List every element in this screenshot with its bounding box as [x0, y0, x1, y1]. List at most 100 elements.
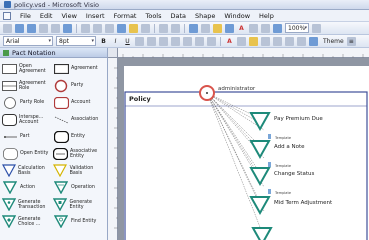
redo-icon[interactable] [171, 23, 180, 33]
menu-edit[interactable]: Edit [40, 12, 53, 20]
pan-zoom-icon[interactable] [273, 23, 282, 33]
font-name: Arial [6, 37, 20, 45]
text-tool-icon[interactable]: A [237, 24, 246, 33]
shape-label: Agreement [71, 66, 98, 71]
pointer-tool-icon[interactable] [213, 23, 222, 33]
justify-icon[interactable] [171, 36, 180, 46]
shape-part[interactable]: Part [2, 128, 53, 145]
shape-action[interactable]: Action [2, 179, 53, 196]
associative-entity-icon [53, 147, 68, 161]
menu-help[interactable]: Help [259, 12, 274, 20]
shape-label: Open Entity [20, 151, 49, 156]
line-pattern-icon[interactable] [273, 36, 282, 46]
shape-agreement-role[interactable]: Agreement Role [2, 77, 53, 94]
spelling-icon[interactable] [81, 23, 90, 33]
hyperlink-icon[interactable] [189, 23, 198, 33]
stencil-header[interactable]: Pact Notation [0, 48, 107, 58]
help-icon[interactable] [312, 23, 321, 33]
drawing-page[interactable]: Policy administrator Pay Premium Due Tem… [124, 66, 369, 240]
horizontal-ruler [118, 48, 369, 58]
menu-shape[interactable]: Shape [195, 12, 215, 20]
shape-label: Generate Choice ... [18, 216, 41, 227]
outdent-icon[interactable] [195, 36, 204, 46]
document-icon[interactable] [3, 11, 11, 20]
line-tool-icon[interactable] [249, 23, 258, 33]
align-center-icon[interactable] [147, 36, 156, 46]
shape-label: Operation [71, 185, 95, 190]
action-label: Pay Premium Due [274, 116, 323, 122]
open-icon[interactable] [15, 23, 24, 33]
shape-calculation-basis[interactable]: Calculation Basis [2, 162, 53, 179]
shape-label: Agreement Role [19, 80, 46, 91]
menu-window[interactable]: Window [224, 12, 250, 20]
shape-generate-transaction[interactable]: Generate Transaction [2, 196, 53, 213]
theme-button[interactable]: Theme [323, 38, 344, 45]
find-entity-icon [53, 215, 69, 229]
zoom-level: 100% [288, 24, 306, 32]
fill-color-icon[interactable] [249, 36, 258, 46]
shape-party-role[interactable]: Party Role [2, 94, 53, 111]
shape-validation-basis[interactable]: Validation Basis [53, 162, 104, 179]
permission-icon[interactable] [39, 23, 48, 33]
shape-open-entity[interactable]: Open Entity [2, 145, 53, 162]
stencil-title: Pact Notation [12, 48, 56, 57]
shape-generate-entity[interactable]: Generate Entity [53, 196, 104, 213]
shapes-pane: Pact Notation Open Agreement Agreement A… [0, 48, 108, 240]
font-size-combo[interactable]: 8pt ▾ [56, 36, 96, 46]
bullets-icon[interactable] [207, 36, 216, 46]
menu-format[interactable]: Format [114, 12, 137, 20]
save-icon[interactable] [27, 23, 36, 33]
font-combo[interactable]: Arial ▾ [3, 36, 53, 46]
shape-agreement[interactable]: Agreement [53, 60, 104, 77]
shape-party[interactable]: Party [53, 77, 104, 94]
font-color-icon[interactable]: A [225, 37, 234, 46]
underline-icon[interactable]: U [123, 37, 132, 46]
shape-operation[interactable]: Operation [53, 179, 104, 196]
print-icon[interactable] [51, 23, 60, 33]
separator [76, 23, 77, 33]
shape-account[interactable]: Account [53, 94, 104, 111]
menu-tools[interactable]: Tools [145, 12, 161, 20]
line-ends-icon[interactable] [285, 36, 294, 46]
shape-association[interactable]: Association [53, 111, 104, 128]
align-right-icon[interactable] [159, 36, 168, 46]
paste-icon[interactable] [129, 23, 138, 33]
shape-associative-entity[interactable]: Associative Entity [53, 145, 104, 162]
new-icon[interactable] [3, 23, 12, 33]
cut-icon[interactable] [105, 23, 114, 33]
rectangle-tool-icon[interactable] [261, 23, 270, 33]
research-icon[interactable] [93, 23, 102, 33]
line-color-icon[interactable] [237, 36, 246, 46]
undo-icon[interactable] [159, 23, 168, 33]
shapes-icon[interactable] [201, 23, 210, 33]
connector-tool-icon[interactable] [225, 23, 234, 33]
operation-icon [53, 181, 69, 195]
shape-interspe-account[interactable]: Interspe... Account [2, 111, 53, 128]
align-left-icon[interactable] [135, 36, 144, 46]
open-entity-icon [2, 147, 18, 161]
bold-icon[interactable]: B [99, 37, 108, 46]
copy-icon[interactable] [117, 23, 126, 33]
menu-data[interactable]: Data [171, 12, 187, 20]
shape-open-agreement[interactable]: Open Agreement [2, 60, 53, 77]
print-preview-icon[interactable] [63, 23, 72, 33]
theme-icon[interactable] [309, 36, 318, 46]
format-painter-icon[interactable] [141, 23, 150, 33]
action-label: Mid Term Adjustment [274, 200, 333, 206]
italic-icon[interactable]: I [111, 37, 120, 46]
shape-generate-choice[interactable]: Generate Choice ... [2, 213, 53, 230]
drawing-canvas[interactable]: Policy administrator Pay Premium Due Tem… [108, 48, 369, 240]
corner-rounding-icon[interactable] [297, 36, 306, 46]
template-icon [268, 189, 271, 194]
actor-label: administrator [218, 86, 256, 92]
indent-icon[interactable] [183, 36, 192, 46]
shape-find-entity[interactable]: Find Entity [53, 213, 104, 230]
menu-view[interactable]: View [61, 12, 76, 20]
shape-entity[interactable]: Entity [53, 128, 104, 145]
zoom-combo[interactable]: 100% ▾ [285, 23, 309, 33]
line-weight-icon[interactable] [261, 36, 270, 46]
toolbar-options-icon[interactable]: ≡ [346, 36, 356, 46]
policy-container[interactable] [124, 91, 368, 240]
menu-file[interactable]: File [20, 12, 31, 20]
menu-insert[interactable]: Insert [86, 12, 105, 20]
